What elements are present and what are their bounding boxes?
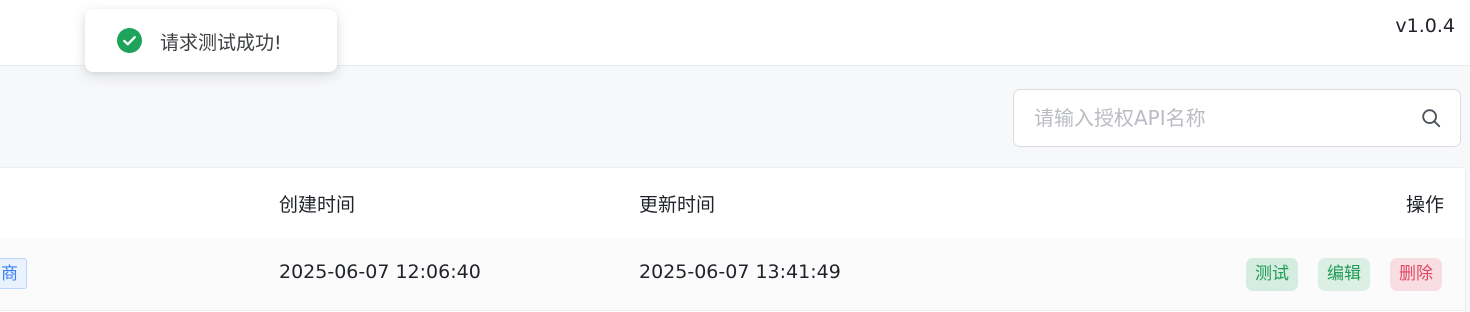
delete-button[interactable]: 删除 xyxy=(1390,258,1442,291)
edit-button[interactable]: 编辑 xyxy=(1318,258,1370,291)
success-toast: 请求测试成功! xyxy=(85,9,337,72)
table-header: 创建时间 更新时间 操作 xyxy=(0,168,1465,239)
type-tag: 商 xyxy=(0,258,27,289)
search-box xyxy=(1013,89,1461,147)
column-updated-at: 更新时间 xyxy=(639,194,716,216)
test-button[interactable]: 测试 xyxy=(1246,258,1298,291)
column-created-at: 创建时间 xyxy=(279,194,356,216)
check-circle-icon xyxy=(117,28,142,53)
created-at-cell: 2025-06-07 12:06:40 xyxy=(279,261,481,283)
api-table: 创建时间 更新时间 操作 商 2025-06-07 12:06:40 2025-… xyxy=(0,167,1466,312)
app-version: v1.0.4 xyxy=(1395,15,1455,37)
table-row: 商 2025-06-07 12:06:40 2025-06-07 13:41:4… xyxy=(0,238,1465,311)
updated-at-cell: 2025-06-07 13:41:49 xyxy=(639,261,841,283)
search-input[interactable] xyxy=(1034,90,1404,146)
column-actions: 操作 xyxy=(1405,194,1444,216)
search-icon[interactable] xyxy=(1420,107,1442,129)
toast-message: 请求测试成功! xyxy=(160,32,282,54)
